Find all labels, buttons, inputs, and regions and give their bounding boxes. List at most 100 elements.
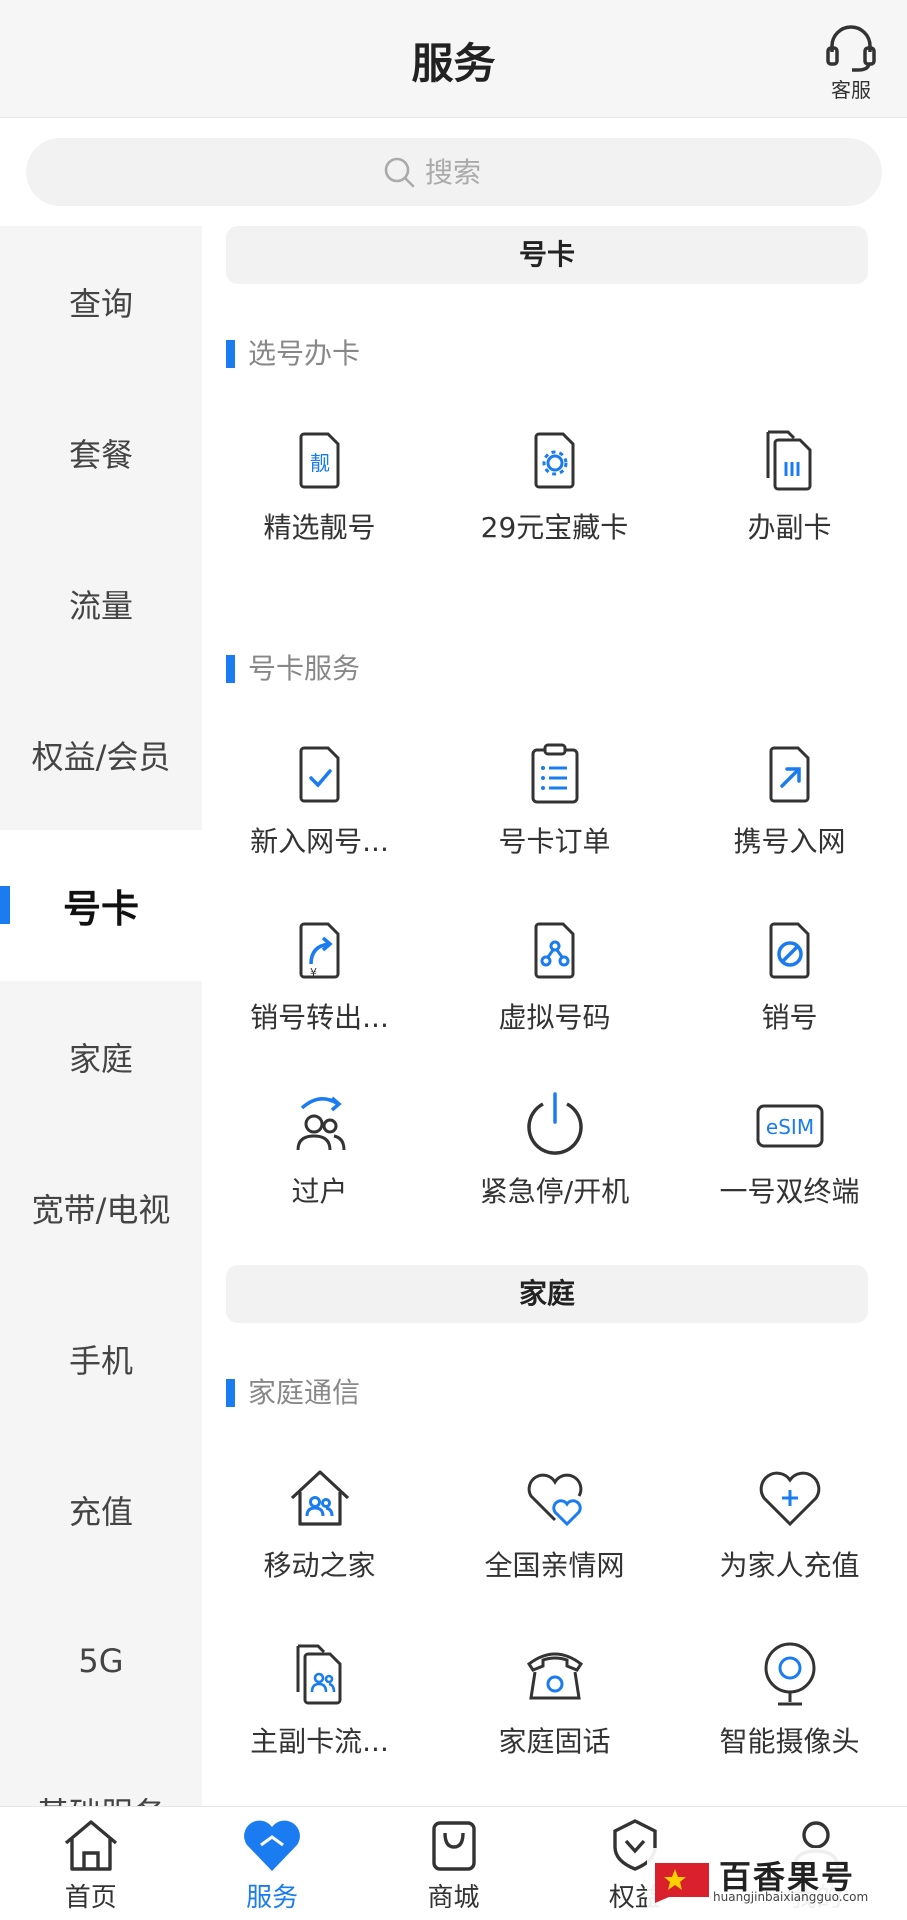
headset-icon — [826, 25, 876, 72]
sidebar-item-label: 号卡 — [62, 887, 139, 931]
search-bar[interactable] — [26, 138, 882, 206]
customer-service-label: 客服 — [831, 78, 871, 102]
sidebar-item-data[interactable]: 流量 — [0, 528, 202, 679]
shopping-bag-icon — [431, 1821, 476, 1871]
service-tile-mobile-home[interactable]: 移动之家 — [202, 1462, 437, 1592]
sidebar-item-label: 权益/会员 — [31, 737, 171, 776]
customer-service-button[interactable]: 客服 — [821, 22, 881, 102]
service-tile-emergency-power[interactable]: 紧急停/开机 — [437, 1088, 672, 1218]
service-label: 智能摄像头 — [719, 1725, 860, 1758]
search-icon — [384, 157, 415, 188]
service-tile-select-number[interactable]: 靓 精选靓号 — [202, 424, 437, 554]
sim-transfer-icon: ¥ — [299, 922, 339, 979]
sidebar-item-label: 流量 — [68, 586, 133, 625]
service-tile-card-orders[interactable]: 号卡订单 — [437, 738, 672, 868]
service-tile-shared-data[interactable]: 主副卡流... — [202, 1638, 437, 1768]
home-family-icon — [290, 1470, 349, 1526]
sim-network-icon — [534, 922, 574, 979]
sidebar-item-label: 家庭 — [68, 1039, 133, 1078]
service-tile-cancel-number[interactable]: 销号 — [672, 914, 907, 1044]
section-header-family: 家庭 — [226, 1265, 868, 1323]
telephone-icon — [526, 1652, 583, 1700]
sidebar-item-broadband[interactable]: 宽带/电视 — [0, 1132, 202, 1283]
sim-ban-icon — [769, 922, 809, 979]
service-label: 销号 — [761, 1001, 818, 1034]
hearts-icon — [527, 1473, 582, 1527]
sidebar-item-sim-card[interactable]: 号卡 — [0, 830, 202, 981]
group-title: 号卡服务 — [226, 654, 360, 684]
nav-service[interactable]: 服务 — [181, 1807, 362, 1920]
camera-icon — [764, 1642, 815, 1706]
sim-arrow-icon — [769, 746, 809, 803]
service-label: 29元宝藏卡 — [480, 511, 629, 544]
sim-gear-icon — [534, 432, 574, 489]
service-label: 全国亲情网 — [484, 1549, 625, 1582]
service-label: 虚拟号码 — [498, 1001, 611, 1034]
watermark-logo-icon — [655, 1863, 709, 1903]
header-bar: 服务 客服 — [0, 0, 907, 118]
sidebar-item-label: 手机 — [68, 1341, 133, 1380]
sidebar-item-benefits[interactable]: 权益/会员 — [0, 679, 202, 830]
transfer-users-icon — [296, 1096, 345, 1151]
service-label: 一号双终端 — [719, 1175, 860, 1208]
sidebar-item-phone[interactable]: 手机 — [0, 1283, 202, 1434]
esim-icon: eSIM — [756, 1104, 823, 1148]
sidebar-item-label: 宽带/电视 — [31, 1190, 171, 1229]
nav-mall[interactable]: 商城 — [363, 1807, 544, 1920]
service-label: 移动之家 — [263, 1549, 376, 1582]
service-tile-transfer-ownership[interactable]: 过户 — [202, 1088, 437, 1218]
nav-label: 商城 — [427, 1883, 480, 1913]
service-tile-virtual-number[interactable]: 虚拟号码 — [437, 914, 672, 1044]
service-tile-secondary-card[interactable]: 办副卡 — [672, 424, 907, 554]
service-tile-home-landline[interactable]: 家庭固话 — [437, 1638, 672, 1768]
sidebar-item-label: 充值 — [68, 1492, 133, 1531]
service-tile-family-recharge[interactable]: 为家人充值 — [672, 1462, 907, 1592]
service-label: 紧急停/开机 — [479, 1175, 630, 1208]
service-label: 为家人充值 — [719, 1549, 860, 1582]
page-title: 服务 — [411, 39, 496, 88]
nav-label: 服务 — [246, 1883, 299, 1913]
sidebar-item-basic[interactable]: 基础服务 — [0, 1736, 202, 1807]
sidebar-item-query[interactable]: 查询 — [0, 226, 202, 377]
service-label: 携号入网 — [733, 825, 846, 858]
sidebar-item-label: 基础服务 — [37, 1789, 165, 1807]
nav-label: 首页 — [64, 1883, 117, 1913]
service-tile-smart-camera[interactable]: 智能摄像头 — [672, 1638, 907, 1768]
service-tile-new-number[interactable]: 新入网号... — [202, 738, 437, 868]
nav-home[interactable]: 首页 — [0, 1807, 181, 1920]
service-tile-one-number-two-devices[interactable]: eSIM 一号双终端 — [672, 1088, 907, 1218]
sidebar-item-label: 查询 — [68, 284, 133, 323]
sim-check-icon — [299, 746, 339, 803]
service-label: 主副卡流... — [250, 1725, 389, 1758]
service-label: 新入网号... — [250, 825, 389, 858]
service-label: 办副卡 — [747, 511, 832, 544]
sidebar-item-5g[interactable]: 5G — [0, 1585, 202, 1736]
watermark-subtext: huangjinbaixiangguo.com — [713, 1890, 869, 1904]
sidebar-item-plan[interactable]: 套餐 — [0, 377, 202, 528]
service-tile-family-network[interactable]: 全国亲情网 — [437, 1462, 672, 1592]
sidebar-item-label: 套餐 — [68, 435, 133, 474]
search-input[interactable] — [425, 155, 525, 189]
svg-text:eSIM: eSIM — [765, 1115, 813, 1139]
sidebar-item-family[interactable]: 家庭 — [0, 981, 202, 1132]
service-tile-port-in[interactable]: 携号入网 — [672, 738, 907, 868]
sim-family-icon — [296, 1644, 341, 1705]
service-label: 销号转出... — [250, 1001, 389, 1034]
heart-service-icon — [244, 1820, 301, 1871]
category-sidebar: 查询 套餐 流量 权益/会员 号卡 家庭 宽带/电视 手机 充值 5G 基础服务 — [0, 226, 202, 1806]
service-tile-port-out[interactable]: ¥ 销号转出... — [202, 914, 437, 1044]
site-watermark: 百香果号 huangjinbaixiangguo.com — [647, 1848, 897, 1912]
sidebar-item-recharge[interactable]: 充值 — [0, 1434, 202, 1585]
sim-stack-icon — [766, 430, 811, 491]
sidebar-item-label: 5G — [78, 1641, 124, 1680]
clipboard-list-icon — [531, 743, 578, 804]
service-label: 精选靓号 — [263, 511, 376, 544]
svg-text:靓: 靓 — [310, 451, 330, 475]
service-tile-treasure-card[interactable]: 29元宝藏卡 — [437, 424, 672, 554]
power-icon — [526, 1092, 583, 1155]
service-label: 过户 — [291, 1175, 348, 1208]
service-label: 号卡订单 — [498, 825, 611, 858]
home-icon — [64, 1820, 117, 1871]
heart-plus-icon — [759, 1471, 820, 1527]
section-header-sim-card: 号卡 — [226, 226, 868, 284]
